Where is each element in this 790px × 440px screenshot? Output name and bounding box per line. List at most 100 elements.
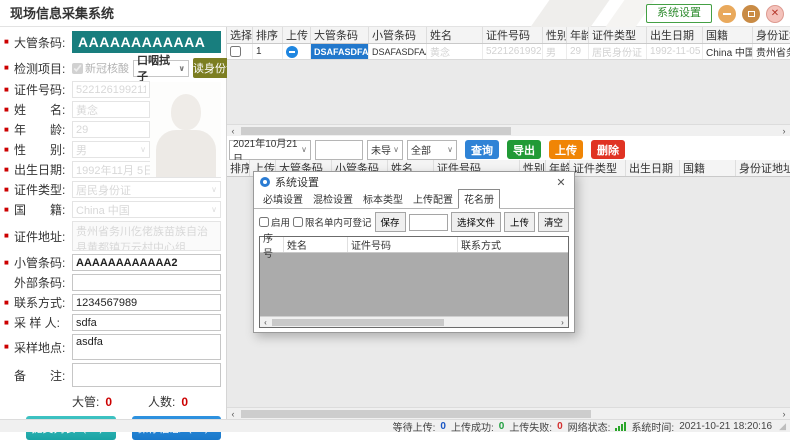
date-select[interactable]: 2021年10月21日 ∨ (229, 140, 311, 160)
grid1-horizontal-scrollbar[interactable]: ‹ › (227, 124, 790, 136)
upload-success-label: 上传成功: (451, 419, 494, 434)
toolbar-search-input[interactable] (315, 140, 363, 160)
chevron-down-icon: ∨ (393, 145, 399, 154)
sampling-site-field[interactable]: asdfa (72, 334, 221, 360)
scrollbar-thumb[interactable] (272, 319, 444, 326)
column-header[interactable]: 联系方式 (458, 237, 568, 252)
external-barcode-label: 外部条码: (14, 274, 72, 291)
tab-required-settings[interactable]: 必填设置 (258, 190, 308, 208)
system-settings-button[interactable]: 系统设置 (646, 4, 712, 23)
sampler-field[interactable] (72, 314, 221, 331)
chevron-down-icon: ∨ (447, 145, 453, 154)
column-header[interactable]: 排序 (253, 27, 283, 43)
chevron-down-icon: ∨ (211, 185, 217, 194)
minimize-icon (723, 13, 731, 15)
scroll-right-icon[interactable]: › (557, 317, 568, 327)
column-header[interactable]: 姓名 (427, 27, 483, 43)
query-button[interactable]: 查询 (465, 140, 499, 159)
remark-field[interactable] (72, 363, 221, 387)
tab-mixed-test-settings[interactable]: 混检设置 (308, 190, 358, 208)
enable-checkbox-label: 启用 (259, 215, 290, 229)
delete-button[interactable]: 删除 (591, 140, 625, 159)
column-header[interactable]: 上传 (283, 27, 311, 43)
export-status-select[interactable]: 未导 ∨ (367, 140, 403, 160)
choose-file-button[interactable]: 选择文件 (451, 212, 501, 232)
id-address-field: 贵州省务川仡佬族苗族自治县黄都镇万云村中心组 (72, 221, 221, 251)
scrollbar-thumb[interactable] (241, 410, 591, 418)
dialog-upload-button[interactable]: 上传 (504, 212, 535, 232)
upload-button[interactable]: 上传 (549, 140, 583, 159)
network-signal-icon (615, 422, 626, 431)
decorative-stripe (531, 0, 610, 27)
restrict-roster-checkbox[interactable] (293, 217, 303, 227)
scroll-left-icon[interactable]: ‹ (227, 408, 239, 419)
upload-failed-label: 上传失败: (509, 419, 552, 434)
row-name: 黄念 (427, 44, 483, 59)
gender-label: 性 别: (14, 141, 72, 158)
enable-checkbox[interactable] (259, 217, 269, 227)
scroll-right-icon[interactable]: › (778, 125, 790, 136)
title-bar: 现场信息采集系统 系统设置 ✕ (0, 0, 790, 27)
required-marker: ■ (4, 299, 14, 307)
tab-upload-config[interactable]: 上传配置 (408, 190, 458, 208)
column-header[interactable]: 出生日期 (626, 160, 680, 176)
restrict-checkbox-label: 限名单内可登记 (293, 215, 372, 229)
column-header[interactable]: 证件号码 (348, 237, 458, 252)
column-header[interactable]: 身份证地址 (736, 160, 790, 176)
table-row[interactable]: 1 DSAFASDFAAAS DSAFASDFAAAS1 黄念 52212619… (227, 44, 790, 60)
column-header[interactable]: 国籍 (703, 27, 753, 43)
tab-roster[interactable]: 花名册 (458, 189, 500, 209)
row-birth-date: 1992-11-05 (647, 44, 703, 59)
id-number-label: 证件号码: (14, 81, 72, 98)
dialog-save-button[interactable]: 保存 (375, 212, 406, 232)
export-button[interactable]: 导出 (507, 140, 541, 159)
remark-label: 备 注: (14, 367, 72, 384)
close-button[interactable]: ✕ (766, 5, 784, 23)
tab-specimen-type[interactable]: 标本类型 (358, 190, 408, 208)
big-tube-barcode-value[interactable]: AAAAAAAAAAAA (72, 31, 221, 53)
sampling-site-label: 采样地点: (14, 339, 72, 356)
required-marker: ■ (4, 259, 14, 267)
dialog-title-bar[interactable]: 系统设置 ✕ (254, 172, 574, 192)
contact-label: 联系方式: (14, 294, 72, 311)
column-header[interactable]: 出生日期 (647, 27, 703, 43)
scope-select[interactable]: 全部 ∨ (407, 140, 457, 160)
portrait-photo (150, 82, 221, 177)
resize-grip[interactable]: ◢ (779, 421, 786, 432)
column-header[interactable]: 性别 (543, 27, 567, 43)
column-header[interactable]: 排序 (227, 160, 250, 176)
column-header[interactable]: 国籍 (680, 160, 736, 176)
column-header[interactable]: 身份证地址 (753, 27, 790, 43)
column-header[interactable]: 序号 (260, 237, 284, 252)
roster-file-path-input[interactable] (409, 214, 448, 231)
column-header[interactable]: 证件类型 (570, 160, 626, 176)
grid2-horizontal-scrollbar[interactable]: ‹ › (227, 407, 790, 419)
column-header[interactable]: 大管条码 (311, 27, 369, 43)
dialog-close-icon[interactable]: ✕ (554, 176, 568, 189)
maximize-button[interactable] (742, 5, 760, 23)
contact-field[interactable] (72, 294, 221, 311)
scroll-right-icon[interactable]: › (778, 408, 790, 419)
small-tube-field[interactable] (72, 254, 221, 271)
row-select-checkbox[interactable] (230, 46, 241, 57)
roster-horizontal-scrollbar[interactable]: ‹ › (260, 316, 568, 327)
scroll-left-icon[interactable]: ‹ (260, 317, 271, 327)
swab-type-select[interactable]: 口咽拭子 ∨ (133, 60, 189, 77)
column-header[interactable]: 小管条码 (369, 27, 427, 43)
upload-status-icon[interactable] (286, 46, 298, 58)
required-marker: ■ (4, 126, 14, 134)
column-header[interactable]: 选择 (227, 27, 253, 43)
row-big-tube[interactable]: DSAFASDFAAAS (311, 44, 369, 59)
column-header[interactable]: 证件类型 (589, 27, 647, 43)
minimize-button[interactable] (718, 5, 736, 23)
column-header[interactable]: 姓名 (284, 237, 348, 252)
column-header[interactable]: 证件号码 (483, 27, 543, 43)
column-header[interactable]: 年龄 (567, 27, 589, 43)
name-label: 姓 名: (14, 101, 72, 118)
required-marker: ■ (4, 106, 14, 114)
row-gender: 男 (543, 44, 567, 59)
name-field (72, 101, 150, 118)
dialog-clear-button[interactable]: 清空 (538, 212, 569, 232)
chevron-down-icon: ∨ (211, 205, 217, 214)
external-barcode-field[interactable] (72, 274, 221, 291)
